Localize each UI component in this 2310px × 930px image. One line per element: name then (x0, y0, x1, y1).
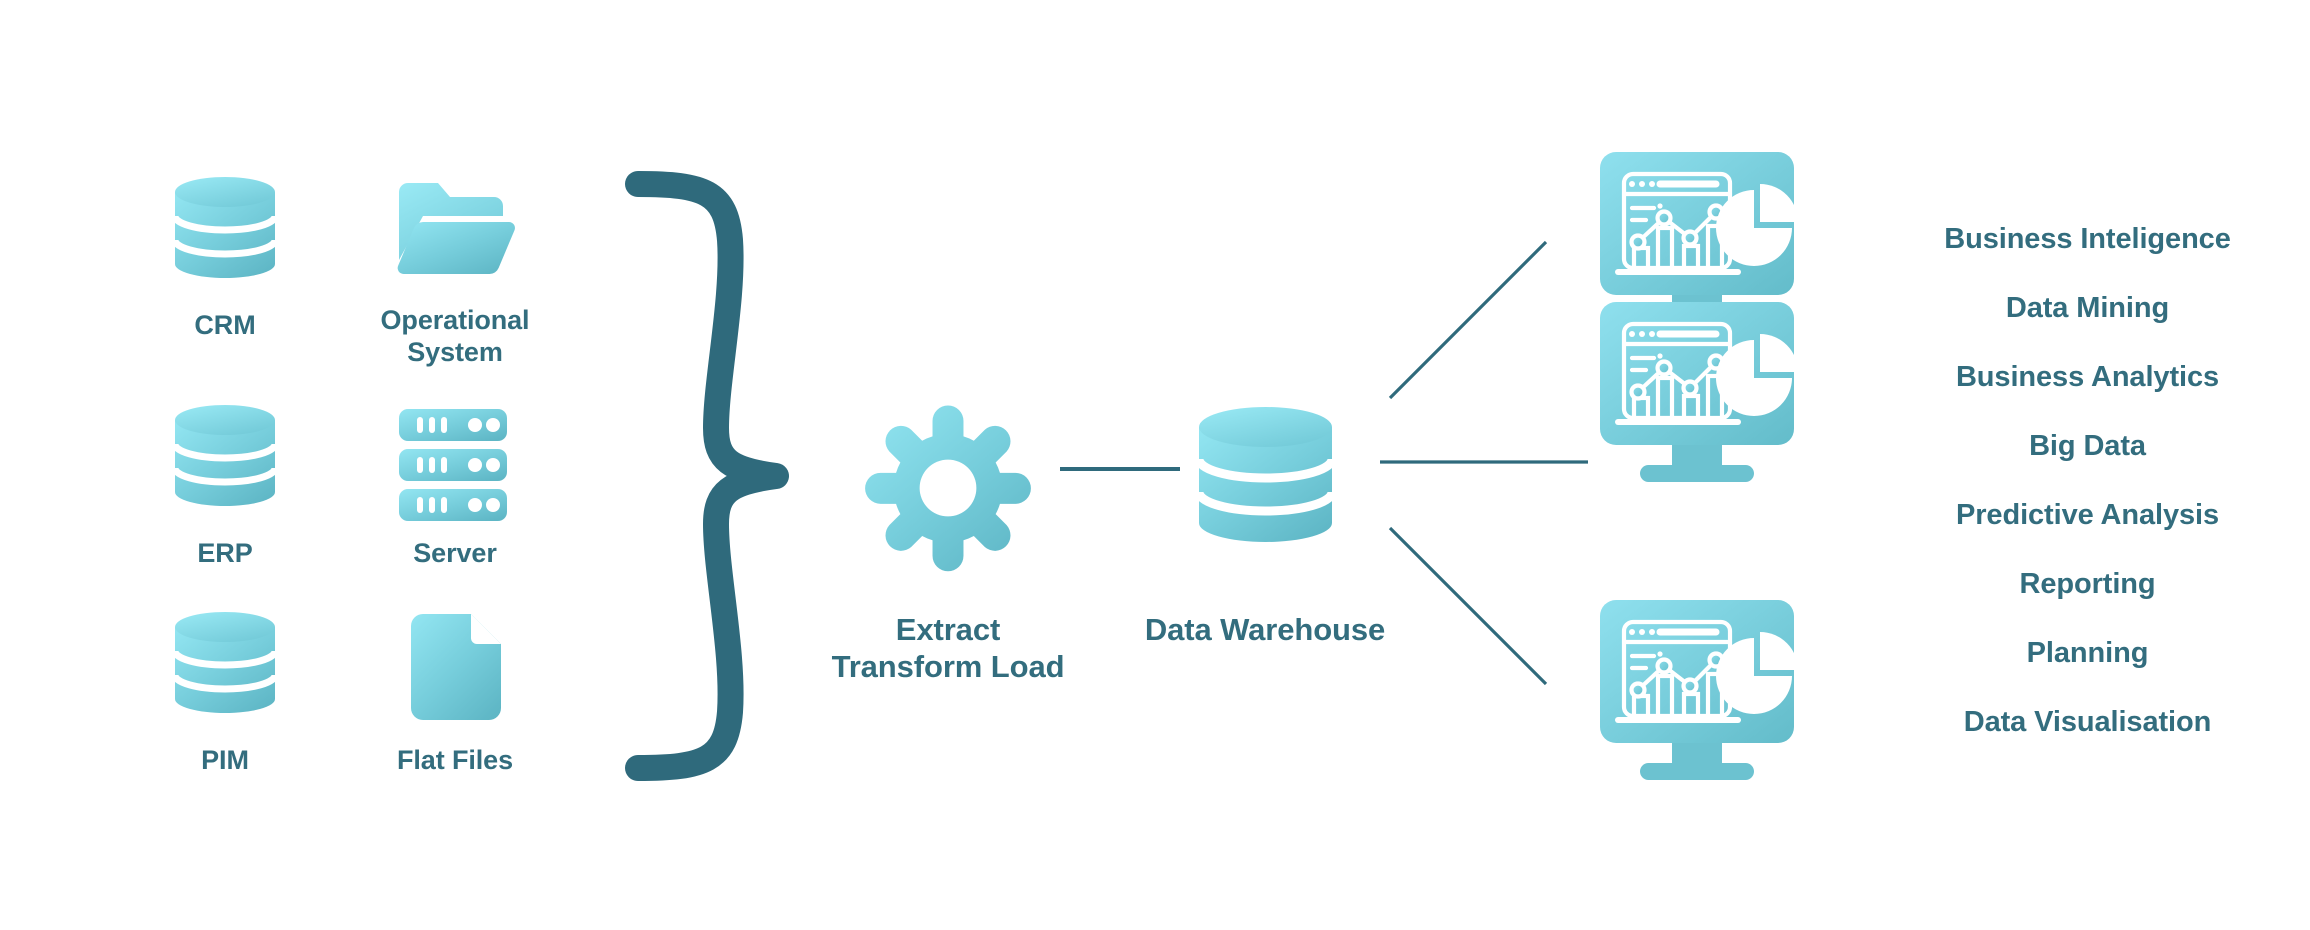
right-curly-brace-icon (625, 171, 789, 781)
source-flat-files[interactable] (411, 612, 503, 720)
database-cylinder-icon (171, 177, 279, 278)
capability-label-big-data: Big Data (2029, 430, 2146, 462)
source-label-flat-files: Flat Files (396, 745, 514, 775)
etl-data-warehouse-diagram: CRM ERP PIM Operational System Server Fl… (0, 0, 2310, 930)
source-label-pim: PIM (201, 745, 249, 775)
file-document-icon (411, 614, 501, 720)
source-operational-system[interactable] (395, 178, 515, 278)
database-cylinder-icon (171, 405, 279, 506)
capability-label-reporting: Reporting (2019, 568, 2156, 600)
connectors-warehouse-to-outputs (1378, 240, 1598, 690)
capability-label-planning: Planning (2026, 637, 2149, 669)
source-label-operational-system: Operational System (380, 305, 530, 367)
output-monitor-3[interactable] (1598, 598, 1798, 783)
source-server[interactable] (397, 408, 509, 523)
capability-label-data-mining: Data Mining (2005, 292, 2170, 324)
source-label-server: Server (413, 538, 497, 568)
analytics-monitor-icon (1600, 600, 1798, 780)
data-warehouse[interactable] (1193, 398, 1338, 563)
source-label-erp: ERP (197, 538, 253, 568)
connector-fan-icon (1380, 240, 1588, 686)
source-crm[interactable] (170, 170, 280, 295)
database-cylinder-large-icon (1194, 407, 1337, 542)
connector-line-icon (1060, 467, 1180, 471)
output-monitor-2[interactable] (1598, 300, 1798, 485)
analytics-monitor-icon (1600, 302, 1798, 482)
connector-etl-to-warehouse (1060, 466, 1180, 472)
capability-label-business-inteligence: Business Inteligence (1944, 223, 2231, 255)
source-erp[interactable] (170, 398, 280, 523)
etl-process[interactable] (862, 402, 1034, 574)
open-folder-icon (397, 183, 515, 274)
server-rack-icon (399, 409, 507, 521)
grouping-brace (625, 170, 790, 790)
gear-icon (865, 405, 1031, 572)
etl-label: Extract Transform Load (831, 612, 1065, 684)
database-cylinder-icon (171, 612, 279, 713)
source-pim[interactable] (170, 605, 280, 730)
capability-label-data-visualisation: Data Visualisation (1963, 706, 2212, 738)
capability-label-predictive-analysis: Predictive Analysis (1956, 499, 2219, 531)
capability-label-business-analytics: Business Analytics (1955, 361, 2220, 393)
